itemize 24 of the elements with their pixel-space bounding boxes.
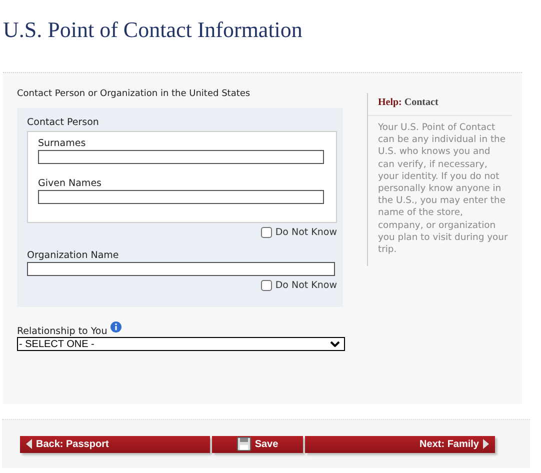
next-button[interactable]: Next: Family bbox=[305, 436, 495, 452]
right-arrow-icon bbox=[483, 439, 489, 449]
field-label: Organization Name bbox=[27, 250, 120, 261]
checkbox[interactable] bbox=[261, 280, 272, 291]
field-label: Relationship to You bbox=[17, 326, 108, 337]
field-label: Surnames bbox=[38, 138, 87, 149]
group-label: Contact Person bbox=[27, 117, 100, 128]
help-text: Your U.S. Point of Contact can be any individual in the U.S. who knows you and can verify, if necessary, your identity. If you do not personally know anyone in the U.S., you may enter the name of the store, company, or organization you plan to visit during your trip. bbox=[377, 121, 509, 256]
page-title: U.S. Point of Contact Information bbox=[3, 16, 304, 44]
checkbox-label: Do Not Know bbox=[275, 227, 337, 238]
checkbox-label: Do Not Know bbox=[275, 280, 337, 291]
info-icon[interactable] bbox=[110, 321, 122, 333]
relationship-dropdown[interactable]: - SELECT ONE - bbox=[17, 337, 345, 351]
section-title: Contact Person or Organization in the United States bbox=[17, 89, 252, 99]
checkbox[interactable] bbox=[261, 227, 272, 238]
back-button[interactable]: Back: Passport bbox=[20, 436, 210, 452]
input-field[interactable] bbox=[27, 262, 335, 276]
input-field[interactable] bbox=[38, 190, 324, 204]
save-button[interactable]: Save bbox=[212, 436, 303, 452]
help-heading: Help: Contact bbox=[368, 93, 512, 116]
chevron-down-icon bbox=[330, 341, 340, 347]
field-label: Given Names bbox=[38, 178, 102, 189]
left-arrow-icon bbox=[26, 439, 32, 449]
input-field[interactable] bbox=[38, 150, 324, 164]
